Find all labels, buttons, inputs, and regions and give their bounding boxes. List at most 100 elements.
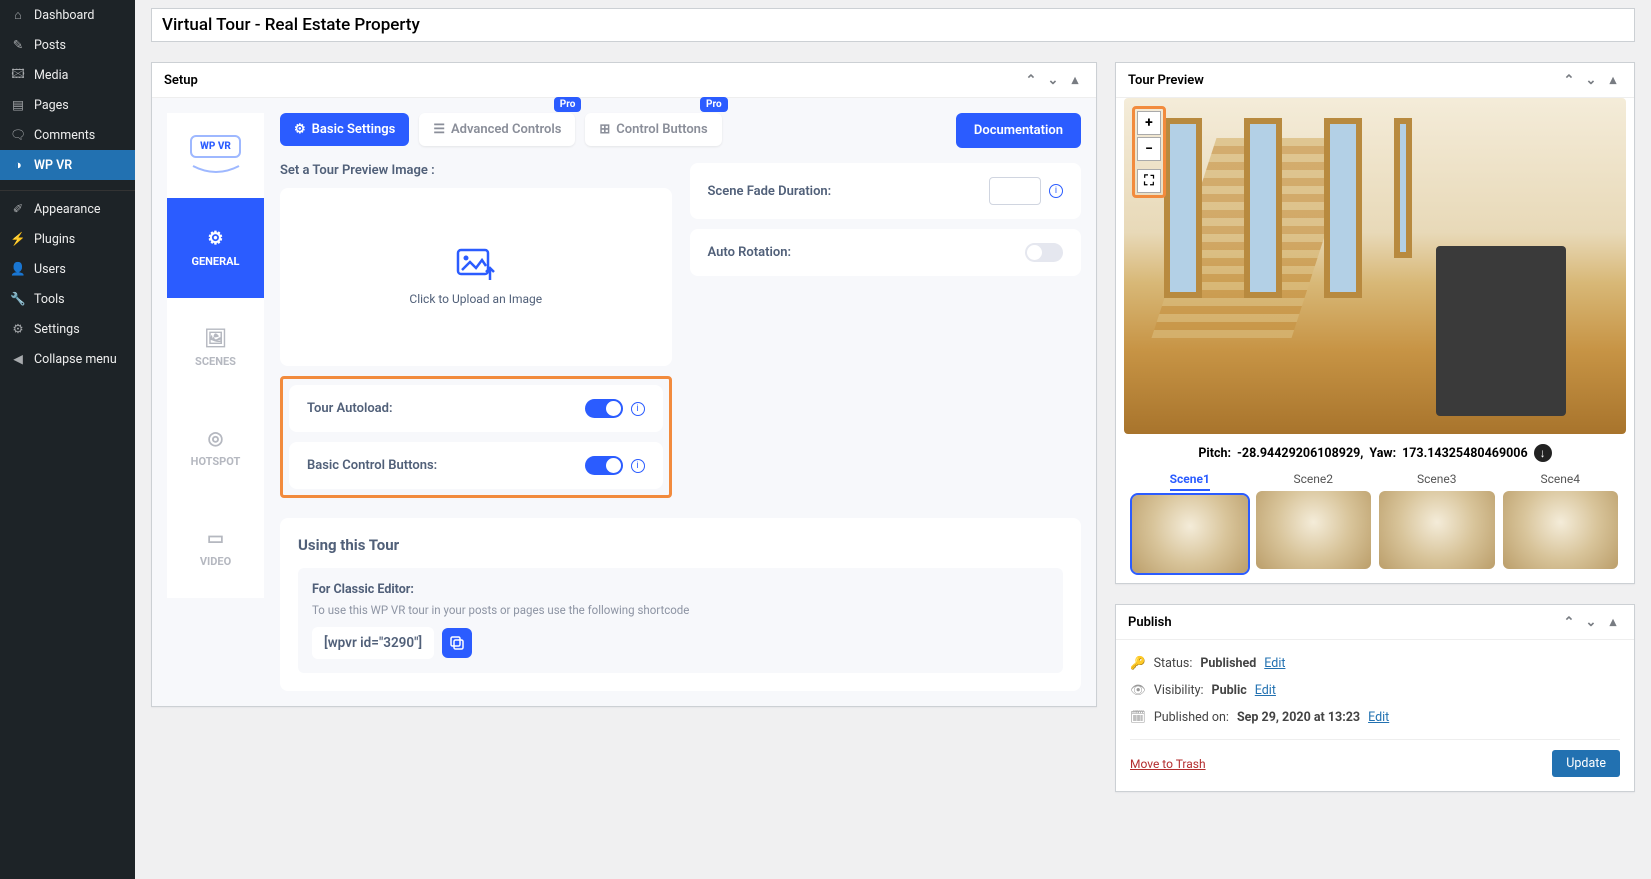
side-tab-general[interactable]: ⚙GENERAL	[167, 198, 264, 298]
side-tab-scenes[interactable]: 🖼SCENES	[167, 298, 264, 398]
scene-label: Scene4	[1540, 472, 1580, 491]
chevron-down-icon[interactable]: ⌄	[1044, 71, 1062, 89]
fade-duration-input[interactable]	[989, 177, 1041, 205]
panel-title: Setup	[164, 73, 1018, 88]
publish-panel: Publish ⌃ ⌄ ▴ 🔑Status: Published Edit 👁V…	[1115, 604, 1635, 792]
pitch-label: Pitch:	[1198, 446, 1231, 461]
comment-icon: 🗨	[10, 127, 26, 143]
sidebar-item-media[interactable]: 🖾Media	[0, 60, 135, 90]
gear-icon: ⚙	[294, 122, 306, 137]
sidebar-item-posts[interactable]: ✎Posts	[0, 30, 135, 60]
sidebar-item-appearance[interactable]: ✐Appearance	[0, 190, 135, 224]
documentation-button[interactable]: Documentation	[956, 113, 1081, 148]
setup-panel: Setup ⌃ ⌄ ▴ WP VR ⚙GENERAL 🖼SCENES	[151, 62, 1097, 707]
sidebar-item-plugins[interactable]: ⚡Plugins	[0, 224, 135, 254]
using-tour-card: Using this Tour For Classic Editor: To u…	[280, 518, 1081, 691]
plug-icon: ⚡	[10, 231, 26, 247]
fade-duration-label: Scene Fade Duration:	[708, 184, 990, 199]
window-decor	[1394, 118, 1412, 258]
tab-advanced-controls[interactable]: Pro ☰ Advanced Controls	[419, 113, 575, 146]
chevron-up-icon[interactable]: ⌃	[1560, 613, 1578, 631]
published-value: Sep 29, 2020 at 13:23	[1237, 710, 1360, 725]
chevron-down-icon[interactable]: ⌄	[1582, 71, 1600, 89]
side-tab-label: GENERAL	[191, 255, 239, 268]
info-icon[interactable]: i	[631, 459, 645, 473]
basic-control-toggle[interactable]	[585, 456, 623, 475]
admin-sidebar: ⌂ Dashboard ✎Posts 🖾Media ▤ Pages 🗨Comment…	[0, 0, 135, 879]
caret-up-icon[interactable]: ▴	[1066, 71, 1084, 89]
chevron-up-icon[interactable]: ⌃	[1560, 71, 1578, 89]
side-tab-video[interactable]: ▭VIDEO	[167, 498, 264, 598]
logo-tab: WP VR	[167, 113, 264, 198]
wrench-icon: 🔧	[10, 291, 26, 307]
zoom-out-button[interactable]: −	[1137, 137, 1161, 161]
status-value: Published	[1200, 656, 1256, 671]
scene-thumb-1[interactable]: Scene1	[1132, 472, 1248, 573]
main-content: Virtual Tour - Real Estate Property Setu…	[135, 0, 1651, 879]
eye-icon: 👁	[1130, 683, 1146, 698]
sidebar-item-comments[interactable]: 🗨Comments	[0, 120, 135, 150]
upload-image-icon	[456, 248, 496, 282]
sidebar-item-label: Collapse menu	[34, 352, 117, 367]
update-button[interactable]: Update	[1552, 750, 1620, 777]
page-title[interactable]: Virtual Tour - Real Estate Property	[151, 8, 1635, 42]
tour-autoload-toggle[interactable]	[585, 399, 623, 418]
visibility-value: Public	[1212, 683, 1247, 698]
scene-thumb-3[interactable]: Scene3	[1379, 472, 1495, 573]
zoom-in-button[interactable]: +	[1137, 111, 1161, 135]
fireplace-decor	[1436, 246, 1566, 416]
caret-up-icon[interactable]: ▴	[1604, 71, 1622, 89]
sliders-icon: ☰	[433, 122, 445, 137]
classic-desc: To use this WP VR tour in your posts or …	[312, 603, 1049, 617]
yaw-value: 173.14325480469006	[1402, 446, 1528, 461]
tab-basic-settings[interactable]: ⚙ Basic Settings	[280, 113, 409, 146]
sidebar-item-label: Users	[34, 262, 66, 277]
sidebar-item-tools[interactable]: 🔧Tools	[0, 284, 135, 314]
page-icon: ▤	[10, 97, 26, 113]
chevron-down-icon[interactable]: ⌄	[1582, 613, 1600, 631]
classic-heading: For Classic Editor:	[312, 582, 1049, 597]
edit-status-link[interactable]: Edit	[1264, 656, 1285, 671]
upload-image-area[interactable]: Click to Upload an Image	[280, 188, 672, 366]
scene-thumb-4[interactable]: Scene4	[1503, 472, 1619, 573]
chevron-up-icon[interactable]: ⌃	[1022, 71, 1040, 89]
status-label: Status:	[1154, 656, 1193, 671]
copy-shortcode-button[interactable]	[442, 628, 472, 658]
edit-date-link[interactable]: Edit	[1368, 710, 1389, 725]
fullscreen-button[interactable]: ⛶	[1137, 169, 1161, 193]
tab-control-buttons[interactable]: Pro ⊞ Control Buttons	[585, 113, 721, 146]
scene-thumb-2[interactable]: Scene2	[1256, 472, 1372, 573]
sidebar-item-label: Dashboard	[34, 8, 94, 23]
sidebar-item-collapse[interactable]: ◀Collapse menu	[0, 344, 135, 374]
logo-arc-icon	[191, 164, 241, 176]
info-icon[interactable]: i	[631, 402, 645, 416]
sidebar-item-label: Pages	[34, 98, 69, 113]
calendar-icon: 🗓	[1130, 710, 1146, 725]
tab-label: Control Buttons	[616, 122, 707, 137]
gauge-icon: ⌂	[10, 7, 26, 23]
auto-rotation-toggle[interactable]	[1025, 243, 1063, 262]
sidebar-item-pages[interactable]: ▤ Pages	[0, 90, 135, 120]
scene-label: Scene2	[1293, 472, 1333, 491]
sidebar-item-users[interactable]: 👤 Users	[0, 254, 135, 284]
sidebar-item-wpvr[interactable]: ◑WP VR	[0, 150, 135, 180]
media-icon: 🖾	[10, 67, 26, 83]
edit-visibility-link[interactable]: Edit	[1255, 683, 1276, 698]
move-to-trash-link[interactable]: Move to Trash	[1130, 757, 1206, 771]
side-tab-hotspot[interactable]: ◎HOTSPOT	[167, 398, 264, 498]
panorama-viewport[interactable]: + − ⛶	[1124, 98, 1626, 434]
scene-thumbnails: Scene1 Scene2 Scene3 Scene4	[1124, 472, 1626, 583]
download-coords-icon[interactable]: ↓	[1534, 444, 1552, 462]
basic-control-label: Basic Control Buttons:	[307, 458, 585, 473]
info-icon[interactable]: i	[1049, 184, 1063, 198]
sidebar-item-dashboard[interactable]: ⌂ Dashboard	[0, 0, 135, 30]
scene-label: Scene3	[1417, 472, 1457, 491]
caret-up-icon[interactable]: ▴	[1604, 613, 1622, 631]
using-tour-title: Using this Tour	[298, 536, 1063, 554]
highlight-box-viewport-controls: + − ⛶	[1132, 106, 1166, 198]
controls-icon: ⊞	[599, 122, 610, 137]
preview-image-label: Set a Tour Preview Image :	[280, 163, 672, 178]
user-icon: 👤	[10, 261, 26, 277]
window-decor	[1324, 118, 1362, 298]
sidebar-item-settings[interactable]: ⚙Settings	[0, 314, 135, 344]
